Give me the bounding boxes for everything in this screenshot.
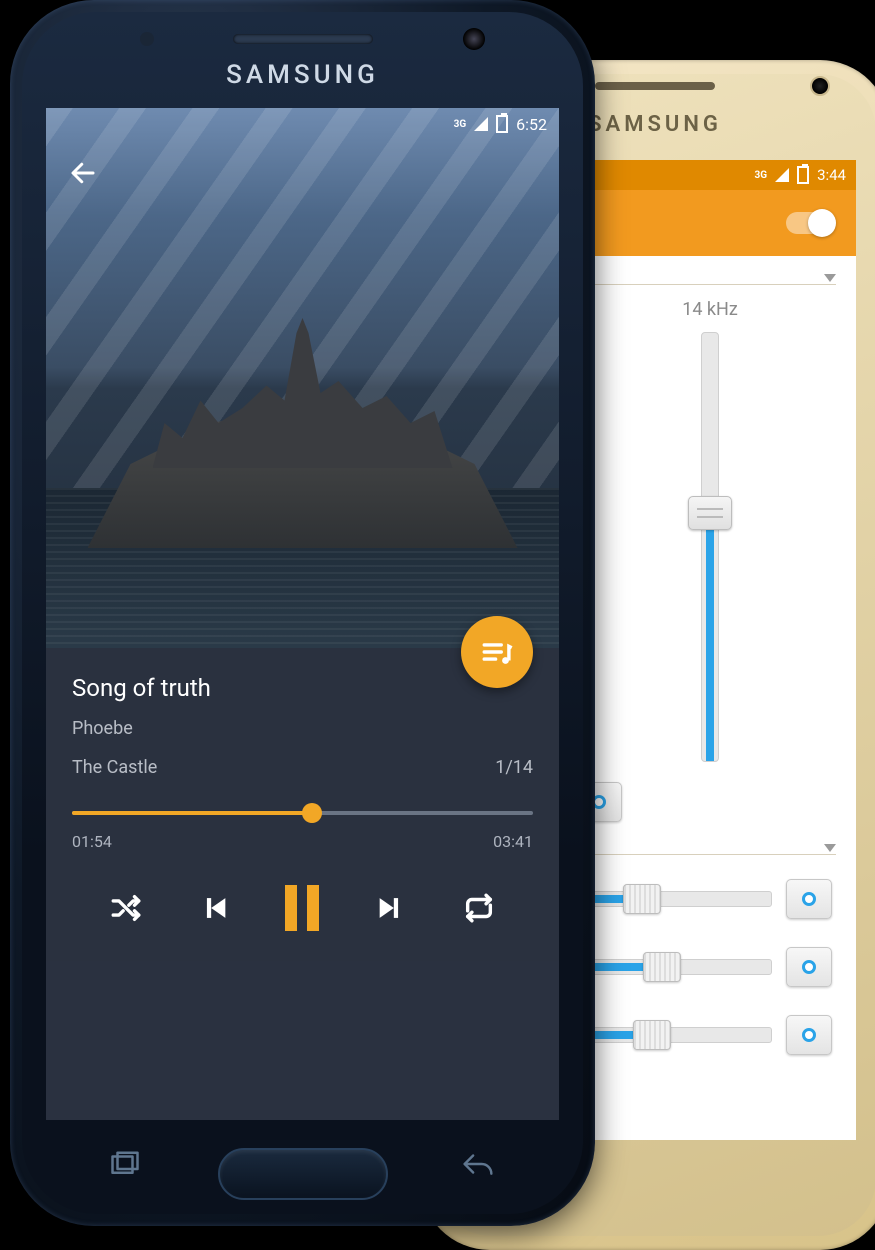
- album-name: The Castle: [72, 757, 157, 778]
- eq-band-label: 14 kHz: [650, 299, 770, 320]
- reset-icon: [802, 1028, 816, 1042]
- status-bar: 3G 6:52: [46, 108, 559, 140]
- time-elapsed: 01:54: [72, 832, 112, 851]
- song-title: Song of truth: [72, 674, 533, 702]
- hardware-camera: [463, 28, 485, 50]
- effect-reset-button[interactable]: [786, 1015, 832, 1055]
- recent-apps-icon: [110, 1151, 140, 1177]
- slider-thumb[interactable]: [633, 1020, 671, 1050]
- eq-band: 14 kHz: [650, 299, 770, 762]
- repeat-icon: [462, 891, 496, 925]
- seek-bar[interactable]: [72, 804, 533, 822]
- effect-reset-button[interactable]: [786, 947, 832, 987]
- track-index: 1/14: [495, 757, 533, 778]
- hardware-camera: [810, 76, 830, 96]
- eq-slider-thumb[interactable]: [688, 496, 732, 530]
- clock: 3:44: [817, 166, 846, 184]
- effect-slider[interactable]: [572, 891, 772, 907]
- hardware-back-button[interactable]: [461, 1151, 495, 1184]
- hardware-sensor: [140, 32, 154, 46]
- previous-button[interactable]: [197, 891, 231, 925]
- pause-icon: [285, 885, 319, 931]
- hardware-speaker: [233, 34, 373, 44]
- chevron-down-icon: [824, 844, 836, 852]
- album-art: 3G 6:52: [46, 108, 559, 648]
- chevron-down-icon: [824, 274, 836, 282]
- repeat-button[interactable]: [462, 891, 496, 925]
- playback-controls: [72, 885, 533, 961]
- home-button[interactable]: [218, 1148, 388, 1200]
- effect-slider[interactable]: [572, 959, 772, 975]
- reset-icon: [802, 960, 816, 974]
- artist-name: Phoebe: [72, 718, 533, 739]
- shuffle-button[interactable]: [109, 891, 143, 925]
- effect-slider[interactable]: [572, 1027, 772, 1043]
- back-icon: [461, 1151, 495, 1177]
- signal-icon: [775, 168, 789, 182]
- reset-icon: [802, 892, 816, 906]
- slider-thumb[interactable]: [623, 884, 661, 914]
- clock: 6:52: [516, 115, 547, 134]
- next-button[interactable]: [374, 891, 408, 925]
- back-button[interactable]: [68, 158, 98, 192]
- slider-thumb[interactable]: [643, 952, 681, 982]
- time-duration: 03:41: [493, 832, 533, 851]
- battery-icon: [797, 166, 809, 184]
- phone-brand: SAMSUNG: [588, 112, 722, 137]
- shuffle-icon: [109, 891, 143, 925]
- playlist-music-icon: [480, 635, 514, 669]
- hardware-speaker: [595, 82, 715, 90]
- effect-reset-button[interactable]: [786, 879, 832, 919]
- battery-icon: [496, 115, 508, 133]
- recent-apps-button[interactable]: [110, 1151, 140, 1184]
- skip-next-icon: [374, 891, 408, 925]
- phone-brand: SAMSUNG: [226, 60, 379, 90]
- track-info: Song of truth Phoebe The Castle 1/14 01:…: [46, 648, 559, 961]
- playlist-fab[interactable]: [461, 616, 533, 688]
- eq-enable-toggle[interactable]: [786, 212, 834, 234]
- network-label: 3G: [755, 170, 768, 181]
- network-label: 3G: [454, 119, 467, 130]
- eq-slider[interactable]: [650, 332, 770, 762]
- player-screen: 3G 6:52 Song of truth Phoebe The Castle …: [46, 108, 559, 1120]
- phone-mockup-front: SAMSUNG 3G 6:52 Song of truth: [10, 0, 595, 1226]
- skip-previous-icon: [197, 891, 231, 925]
- seek-thumb[interactable]: [302, 803, 322, 823]
- signal-icon: [474, 117, 488, 131]
- play-pause-button[interactable]: [285, 885, 319, 931]
